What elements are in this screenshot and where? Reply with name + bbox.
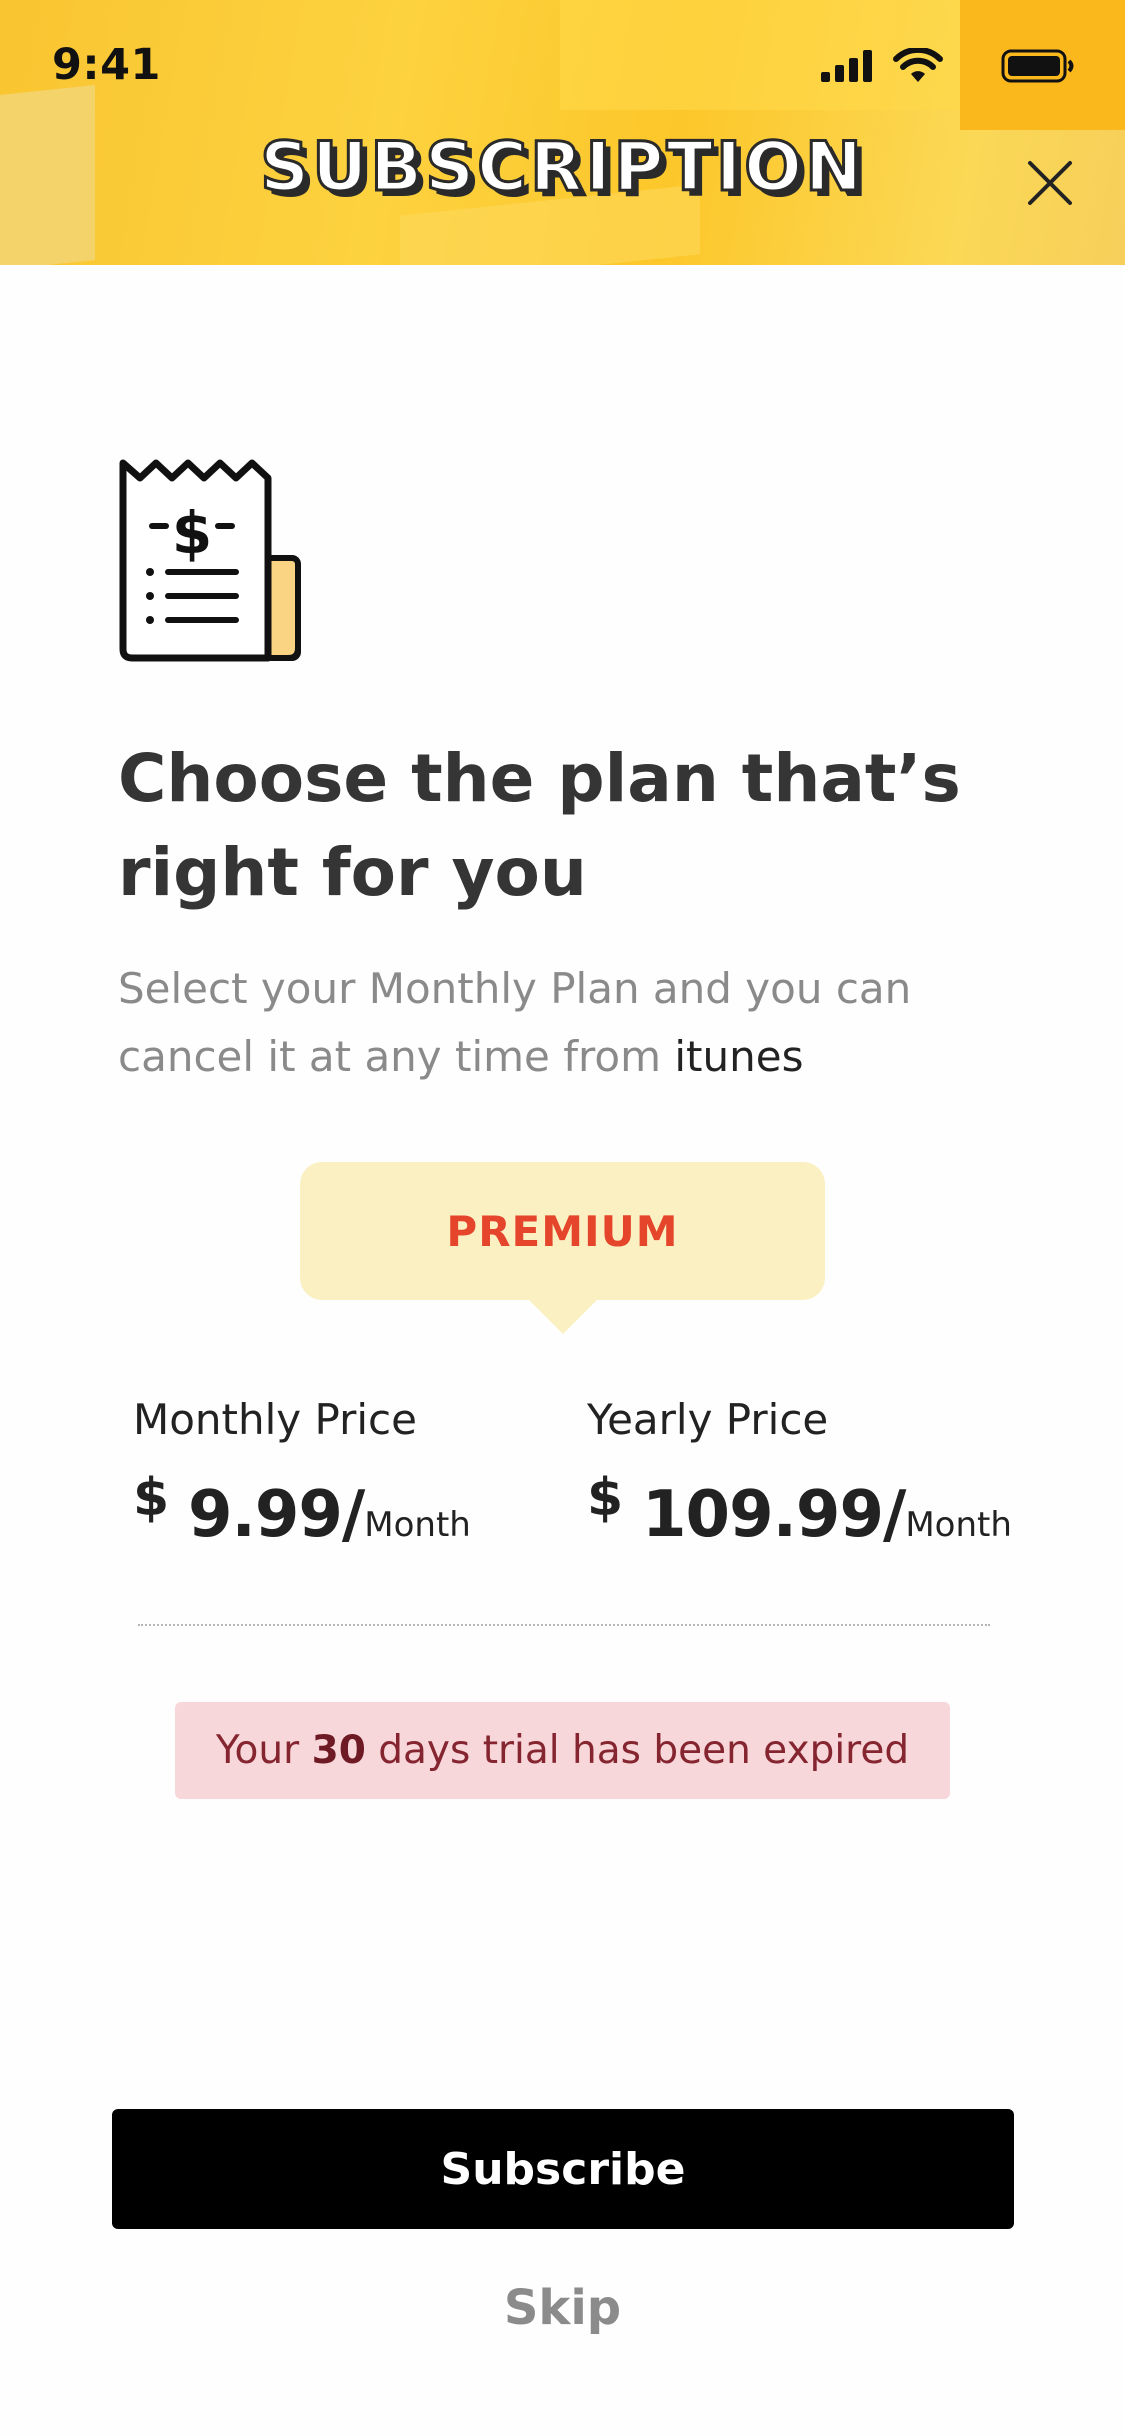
- price-number: 109.99/: [642, 1478, 906, 1552]
- alert-text-before: Your: [215, 1728, 300, 1773]
- status-bar-time: 9:41: [52, 40, 161, 90]
- cellular-signal-icon: [821, 50, 872, 82]
- yearly-price-option[interactable]: Yearly Price $ 109.99/Month: [587, 1390, 1012, 1558]
- receipt-dollar-icon: $: [119, 459, 301, 662]
- yearly-price-label: Yearly Price: [587, 1395, 829, 1444]
- itunes-link: itunes: [674, 1032, 804, 1081]
- close-icon[interactable]: [1022, 155, 1078, 211]
- currency-symbol: $: [133, 1468, 170, 1528]
- price-amount: 109.99/Month: [642, 1478, 1012, 1552]
- price-period: Month: [905, 1505, 1012, 1545]
- monthly-price-label: Monthly Price: [133, 1395, 417, 1444]
- monthly-price-value: $ 9.99/Month: [133, 1468, 471, 1558]
- hero-title: Choose the plan that’s right for you: [118, 740, 961, 911]
- trial-expired-alert: Your 30 days trial has been expired: [175, 1702, 950, 1799]
- battery-icon: [1001, 49, 1074, 83]
- monthly-price-option[interactable]: Monthly Price $ 9.99/Month: [133, 1390, 471, 1558]
- divider: [138, 1624, 990, 1626]
- svg-text:$: $: [172, 499, 212, 567]
- alert-text-after: days trial has been expired: [378, 1728, 910, 1773]
- hero-subtitle: Select your Monthly Plan and you can can…: [118, 955, 1018, 1091]
- page-title: SUBSCRIPTION: [259, 127, 865, 209]
- plan-name: PREMIUM: [446, 1206, 679, 1256]
- header-bar: 9:41 SUBSCRIPTION: [0, 0, 1125, 265]
- plan-badge: PREMIUM: [300, 1162, 825, 1334]
- trial-days-count: 30: [311, 1728, 366, 1773]
- wifi-icon: [893, 48, 943, 82]
- subscribe-button[interactable]: Subscribe: [112, 2109, 1014, 2229]
- price-number: 9.99/: [188, 1478, 365, 1552]
- price-amount: 9.99/Month: [188, 1478, 471, 1552]
- price-period: Month: [364, 1505, 471, 1545]
- currency-symbol: $: [587, 1468, 624, 1528]
- yearly-price-value: $ 109.99/Month: [587, 1468, 1012, 1558]
- skip-button[interactable]: Skip: [0, 2280, 1125, 2336]
